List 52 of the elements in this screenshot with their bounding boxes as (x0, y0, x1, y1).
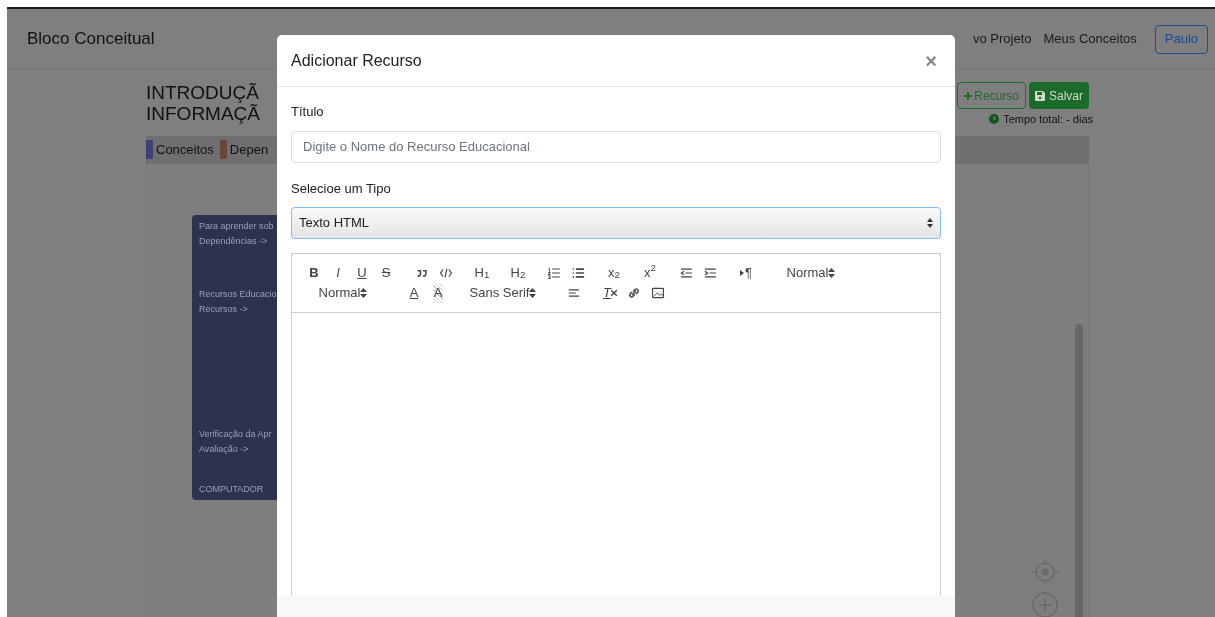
strikethrough-button[interactable]: S (374, 263, 398, 283)
picker-dropdown[interactable]: Normal (770, 263, 858, 283)
text-direction-button[interactable]: ¶ (734, 263, 758, 283)
updown-caret-icon (927, 218, 933, 228)
plus-icon (964, 91, 973, 100)
heading-button[interactable]: H$_{2}$ (506, 263, 530, 283)
node-text: Recursos -> (199, 303, 249, 316)
title-input[interactable]: Digite o Nome do Recurso Educacional (291, 130, 941, 163)
node-text: Recursos Educacio (199, 288, 278, 301)
outdent-icon (679, 266, 693, 280)
close-button[interactable]: × (925, 45, 937, 76)
total-time: Tempo total: - dias (1003, 112, 1093, 127)
field-label: Selecioe um Tipo (291, 179, 392, 198)
legend-label: Conceitos (156, 140, 214, 159)
clock-icon (989, 114, 1000, 125)
image-icon (651, 286, 665, 300)
page-title-line: INTRODUÇÃ (146, 82, 260, 103)
node-text: COMPUTADOR (199, 482, 265, 496)
clear-format-button[interactable]: T (598, 283, 622, 303)
code-icon (439, 266, 453, 280)
nav-link[interactable]: Meus Conceitos (1043, 29, 1137, 49)
bold-button[interactable]: B (302, 263, 326, 283)
brand[interactable]: Bloco Conceitual (27, 26, 155, 52)
triangle-icon (740, 270, 744, 276)
script-button[interactable]: x$^{2}$ (638, 263, 662, 283)
underline-button[interactable]: U (350, 263, 374, 283)
ordered-list-icon (547, 266, 561, 280)
align-left-icon (567, 286, 581, 300)
node-text: Avaliação -> (199, 442, 250, 456)
nav-link[interactable]: vo Projeto (973, 29, 1032, 49)
updown-caret-icon (828, 268, 836, 278)
updown-caret-icon (360, 288, 368, 298)
small-x-icon (610, 290, 617, 296)
dialog-title: Adicionar Recurso (291, 50, 422, 71)
picker-dropdown[interactable]: Sans Serif (462, 283, 550, 303)
script-button[interactable]: x$_{2}$ (602, 263, 626, 283)
node-text: Verificação da Apr (199, 427, 273, 441)
type-select[interactable]: Texto HTML (291, 207, 941, 239)
field-label: Título (291, 103, 325, 121)
legend-label: Depen (229, 140, 269, 159)
text-color-button[interactable]: A (402, 283, 426, 303)
node-text: Dependências -> (199, 234, 269, 248)
heading-button[interactable]: H$_{1}$ (470, 263, 494, 283)
bullet-list-icon (571, 266, 585, 280)
indent-icon (703, 266, 717, 280)
link-icon (627, 286, 641, 300)
page-title-line: INFORMAÇÃ (146, 103, 260, 124)
save-button[interactable]: Salvar (1029, 82, 1089, 109)
updown-caret-icon (529, 288, 537, 298)
picker-dropdown[interactable]: Normal (302, 283, 390, 303)
pilcrow: ¶ (745, 264, 752, 283)
italic-button[interactable]: I (326, 263, 350, 283)
